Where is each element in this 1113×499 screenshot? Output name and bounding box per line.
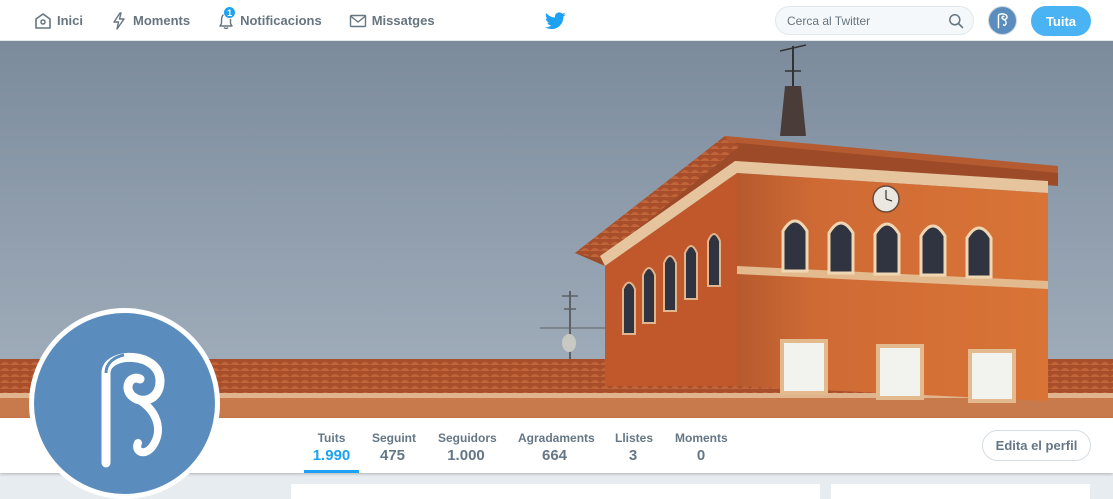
edit-profile-button[interactable]: Edita el perfil bbox=[982, 430, 1091, 461]
stat-following[interactable]: Seguint 475 bbox=[372, 418, 416, 473]
stat-tweets[interactable]: Tuits 1.990 bbox=[304, 418, 359, 473]
stat-likes-value: 664 bbox=[541, 447, 568, 464]
stat-moments-label: Moments bbox=[675, 431, 728, 445]
nav-messages-label: Missatges bbox=[371, 13, 435, 28]
magnifier-icon[interactable] bbox=[948, 13, 964, 29]
search-box bbox=[775, 6, 974, 35]
stat-tweets-label: Tuits bbox=[317, 431, 346, 445]
tweet-button[interactable]: Tuita bbox=[1031, 6, 1091, 36]
nav-messages[interactable]: Missatges bbox=[349, 0, 435, 41]
stat-moments[interactable]: Moments 0 bbox=[675, 418, 728, 473]
profile-avatar-image bbox=[34, 313, 215, 494]
stat-likes-label: Agradaments bbox=[518, 431, 595, 445]
notifications-badge: 1 bbox=[223, 5, 237, 19]
nav-notifications[interactable]: 1 Notificacions bbox=[217, 0, 322, 41]
envelope-icon bbox=[349, 12, 367, 30]
nav-notifications-label: Notificacions bbox=[240, 13, 322, 28]
stat-tweets-value: 1.990 bbox=[312, 447, 351, 464]
bell-icon: 1 bbox=[217, 5, 237, 30]
stat-lists-value: 3 bbox=[628, 447, 638, 464]
nav-moments-label: Moments bbox=[133, 13, 191, 28]
stat-lists-label: Llistes bbox=[615, 431, 654, 445]
nav-home[interactable]: Inici bbox=[34, 0, 83, 41]
top-navigation-bar: Inici Moments 1 Notificacions Missatges bbox=[0, 0, 1113, 41]
stat-following-value: 475 bbox=[379, 447, 406, 464]
stat-following-label: Seguint bbox=[372, 431, 416, 445]
primary-nav: Inici Moments 1 Notificacions Missatges bbox=[34, 0, 462, 41]
sidebar-card bbox=[831, 484, 1090, 499]
stat-lists[interactable]: Llistes 3 bbox=[615, 418, 654, 473]
stat-followers[interactable]: Seguidors 1.000 bbox=[438, 418, 497, 473]
stat-followers-label: Seguidors bbox=[438, 431, 497, 445]
twitter-bird-icon[interactable] bbox=[545, 12, 566, 30]
profile-avatar[interactable] bbox=[29, 308, 220, 499]
stat-moments-value: 0 bbox=[696, 447, 706, 464]
nav-moments[interactable]: Moments bbox=[110, 0, 190, 41]
lightning-icon bbox=[110, 11, 128, 30]
search-input[interactable] bbox=[787, 13, 937, 28]
timeline-card bbox=[291, 484, 820, 499]
home-icon bbox=[34, 12, 52, 30]
nav-home-label: Inici bbox=[57, 13, 84, 28]
stat-likes[interactable]: Agradaments 664 bbox=[518, 418, 595, 473]
account-avatar[interactable] bbox=[988, 6, 1017, 35]
stat-followers-value: 1.000 bbox=[447, 447, 485, 464]
